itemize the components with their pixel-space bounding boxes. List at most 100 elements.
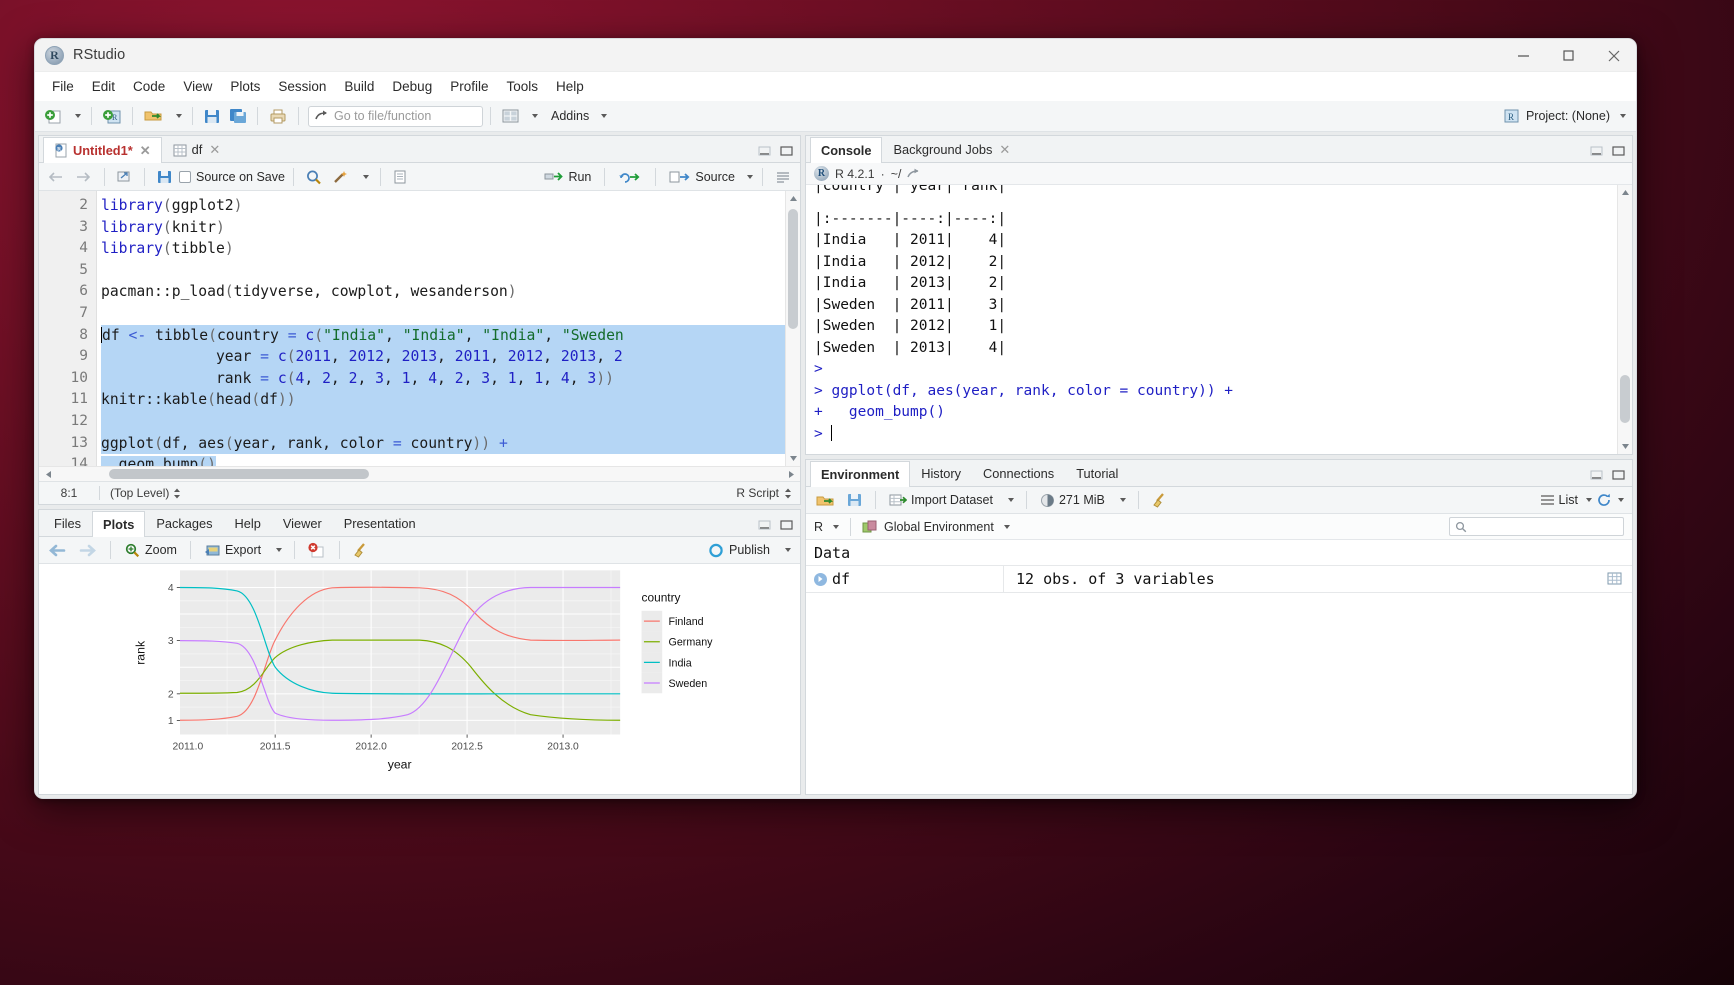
console-output[interactable]: |country | year| rank| |:-------|----:|-… [806,185,1632,454]
global-environment-label[interactable]: Global Environment [884,520,994,534]
menu-code[interactable]: Code [124,76,174,97]
publish-dropdown[interactable] [778,539,794,562]
minimize-icon[interactable] [1501,39,1546,72]
tab-connections[interactable]: Connections [972,460,1065,486]
workspace-panes-dropdown[interactable] [525,105,541,128]
addins-dropdown[interactable] [594,105,610,128]
scroll-up-arrow-icon[interactable] [1618,185,1632,200]
source-button[interactable]: Source [665,168,739,186]
project-selector[interactable]: R Project: (None) [1503,108,1626,124]
tab-files[interactable]: Files [43,510,92,536]
tab-packages[interactable]: Packages [145,510,223,536]
save-icon[interactable] [153,165,176,188]
source-tab-untitled1[interactable]: R Untitled1* ✕ [43,137,162,163]
source-on-save-checkbox[interactable] [179,170,191,183]
print-icon[interactable] [265,105,291,128]
code-text-area[interactable]: library(ggplot2) library(knitr) library(… [97,191,800,466]
scroll-right-arrow-icon[interactable] [784,467,798,482]
scrollbar-thumb[interactable] [1620,375,1630,423]
save-icon[interactable] [200,105,224,128]
new-project-icon[interactable]: R [99,105,125,128]
open-folder-icon[interactable] [812,489,839,512]
save-all-icon[interactable] [226,105,250,128]
menu-help[interactable]: Help [547,76,593,97]
close-icon[interactable]: ✕ [140,143,151,159]
source-tab-df[interactable]: df ✕ [162,136,232,162]
zoom-button[interactable]: Zoom [120,541,181,560]
source-editor[interactable]: 2 3 4 5 6 7 8 9 10 11 12 13 14 library(g… [39,191,800,466]
tab-viewer[interactable]: Viewer [272,510,333,536]
forward-arrow-icon[interactable] [75,539,101,562]
close-icon[interactable]: ✕ [999,142,1010,158]
import-dataset-dropdown[interactable] [1001,489,1017,512]
show-in-new-window-icon[interactable] [113,165,136,188]
code-tools-dropdown[interactable] [356,165,372,188]
open-folder-dropdown[interactable] [169,105,185,128]
environment-search-input[interactable] [1449,517,1624,536]
menu-tools[interactable]: Tools [497,76,547,97]
tab-presentation[interactable]: Presentation [333,510,427,536]
new-file-icon[interactable] [41,105,66,128]
tab-background-jobs[interactable]: Background Jobs ✕ [882,136,1021,162]
tab-tutorial[interactable]: Tutorial [1065,460,1129,486]
goto-file-function-input[interactable]: Go to file/function [308,105,483,127]
back-arrow-icon[interactable] [45,165,69,188]
addins-button[interactable]: Addins [548,105,592,128]
menu-edit[interactable]: Edit [83,76,124,97]
workspace-panes-icon[interactable] [498,105,523,128]
scrollbar-thumb[interactable] [109,469,369,479]
clear-plots-broom-icon[interactable] [349,539,373,562]
publish-button[interactable]: Publish [704,541,774,560]
environment-object-list[interactable]: Data df 12 obs. of 3 variables [806,540,1632,794]
minimize-pane-icon[interactable] [757,519,772,531]
refresh-button[interactable] [1597,493,1624,507]
new-file-dropdown[interactable] [68,105,84,128]
source-dropdown-icon[interactable] [747,174,753,179]
export-dropdown[interactable] [269,539,285,562]
expand-icon[interactable] [814,572,827,586]
magnifier-icon[interactable] [302,165,326,188]
memory-dropdown[interactable] [1113,489,1129,512]
tab-environment[interactable]: Environment [810,461,911,487]
menu-view[interactable]: View [174,76,221,97]
memory-usage-button[interactable]: 271 MiB [1036,491,1109,510]
minimize-pane-icon[interactable] [1589,145,1604,157]
minimize-pane-icon[interactable] [1589,469,1604,481]
editor-vertical-scrollbar[interactable] [785,191,800,466]
editor-horizontal-scrollbar[interactable] [39,466,800,481]
scope-selector[interactable]: (Top Level) [100,486,181,500]
scrollbar-thumb[interactable] [788,209,798,329]
maximize-pane-icon[interactable] [779,145,794,157]
close-icon[interactable] [1591,39,1636,72]
view-table-icon[interactable] [1607,570,1622,589]
document-outline-icon[interactable] [772,165,794,188]
save-icon[interactable] [843,489,866,512]
plot-output-area[interactable]: 4 3 2 1 2011.0 2011.5 2012.0 2012.5 2013… [39,564,800,794]
scroll-down-arrow-icon[interactable] [786,451,800,466]
open-folder-icon[interactable] [140,105,167,128]
scroll-down-arrow-icon[interactable] [1618,439,1632,454]
scroll-left-arrow-icon[interactable] [41,467,55,482]
menu-session[interactable]: Session [269,76,335,97]
source-on-save-toggle[interactable]: Source on Save [179,170,285,184]
tab-help[interactable]: Help [224,510,272,536]
remove-plot-icon[interactable] [304,539,330,562]
tab-history[interactable]: History [910,460,972,486]
tab-console[interactable]: Console [810,137,883,163]
maximize-pane-icon[interactable] [1611,469,1626,481]
import-dataset-button[interactable]: Import Dataset [885,490,997,510]
forward-arrow-icon[interactable] [72,165,96,188]
menu-plots[interactable]: Plots [221,76,269,97]
menu-file[interactable]: File [43,76,83,97]
console-input-line[interactable]: > [814,424,1632,446]
minimize-pane-icon[interactable] [757,145,772,157]
compile-report-icon[interactable] [389,165,411,188]
maximize-icon[interactable] [1546,39,1591,72]
rerun-button[interactable] [614,168,646,186]
back-arrow-icon[interactable] [45,539,71,562]
scroll-up-arrow-icon[interactable] [786,191,800,206]
open-in-window-icon[interactable] [907,168,921,180]
run-button[interactable]: Run [540,168,595,186]
language-selector[interactable]: R [814,520,823,534]
export-button[interactable]: Export [200,541,265,560]
